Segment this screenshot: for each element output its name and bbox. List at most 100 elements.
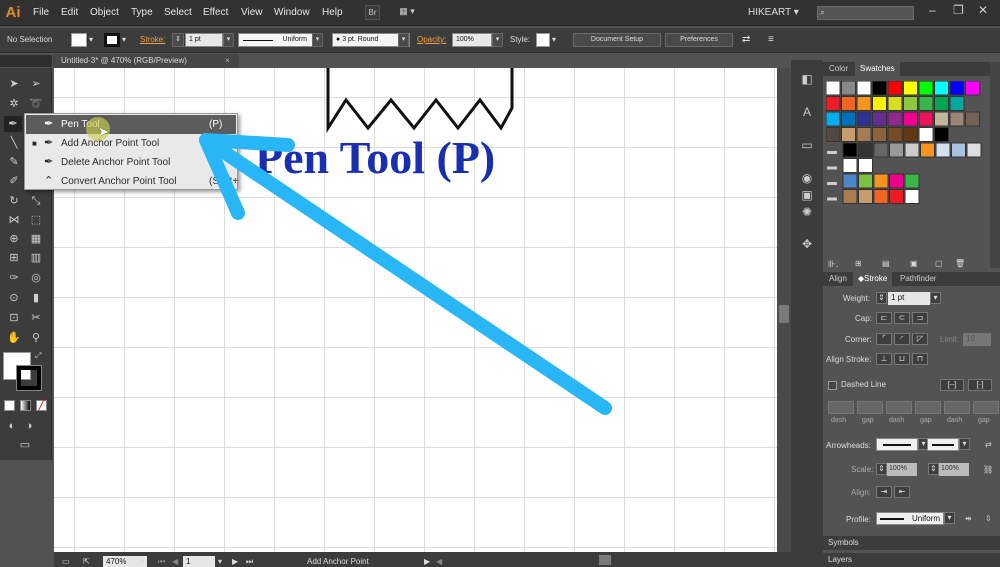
swatch-chip[interactable]	[872, 96, 887, 111]
shape-builder-icon[interactable]: ⊕	[5, 231, 23, 247]
swatch-options-icon[interactable]: ▤	[882, 258, 890, 270]
tab-pathfinder[interactable]: Pathfinder	[895, 272, 941, 286]
none-mode-icon[interactable]: ╱	[36, 400, 47, 411]
chevron-down-icon[interactable]: ▾	[140, 556, 144, 567]
graphic-styles-icon[interactable]: ▣	[798, 186, 816, 204]
swatch-chip[interactable]	[904, 189, 920, 204]
swatch-chip[interactable]	[903, 127, 918, 142]
align-outside-icon[interactable]: ⊓	[912, 353, 928, 365]
swatch-grid[interactable]: ▬ ▬ ▬ ▬	[826, 81, 986, 221]
workspace-switcher[interactable]: HIKEART ▾	[748, 0, 799, 26]
stroke-label[interactable]: Stroke:	[140, 34, 165, 46]
swatch-chip[interactable]	[904, 173, 920, 189]
chevron-down-icon[interactable]: ▾	[218, 556, 222, 567]
swatch-chip[interactable]	[887, 96, 903, 111]
bevel-join-icon[interactable]: ◸	[912, 333, 928, 345]
dash-field[interactable]	[828, 401, 854, 414]
graph-tool-icon[interactable]: ▮	[27, 290, 45, 306]
chevron-down-icon[interactable]: ▾	[312, 33, 323, 47]
symbols-icon[interactable]: ✥	[798, 235, 816, 253]
rotate-tool-icon[interactable]: ↻	[5, 193, 23, 209]
gradient-tool-icon[interactable]: ▥	[27, 250, 45, 266]
end-scale-field[interactable]: 100%	[939, 463, 969, 476]
flyout-item-convert-anchor[interactable]: ⌃ Convert Anchor Point Tool (Shift+	[26, 172, 238, 191]
weight-stepper[interactable]: ⇕	[876, 292, 887, 304]
swatch-chip[interactable]	[889, 142, 904, 158]
scroll-left-icon[interactable]: ◀	[436, 556, 442, 567]
swap-colors-icon[interactable]: ⤢	[35, 351, 41, 361]
scale-stepper[interactable]: ⇕	[928, 463, 939, 475]
swatch-chip[interactable]	[887, 111, 903, 127]
flip-across-icon[interactable]: ⇳	[985, 513, 992, 525]
chevron-down-icon[interactable]: ▾	[552, 34, 556, 46]
lasso-tool-icon[interactable]: ➰	[27, 96, 45, 112]
character-icon[interactable]: A	[798, 103, 816, 121]
swatch-chip[interactable]	[841, 81, 856, 96]
flip-along-icon[interactable]: ⇹	[965, 513, 972, 525]
swatch-chip[interactable]	[826, 96, 841, 111]
menu-window[interactable]: Window	[274, 0, 310, 26]
align-inside-icon[interactable]: ⊔	[894, 353, 910, 365]
gap-field[interactable]	[857, 401, 883, 414]
dash-align-icon[interactable]: [·]	[968, 379, 992, 391]
free-transform-icon[interactable]: ⬚	[27, 212, 45, 228]
swatch-chip[interactable]	[872, 81, 887, 96]
chevron-down-icon[interactable]: ▾	[89, 34, 93, 46]
scale-tool-icon[interactable]: ⤡	[27, 193, 45, 209]
menu-view[interactable]: View	[241, 0, 263, 26]
minimize-icon[interactable]: –	[929, 3, 936, 17]
status-icon[interactable]: ⇱	[83, 556, 90, 567]
line-tool-icon[interactable]: ╲	[5, 135, 23, 151]
arrow-tip-end-icon[interactable]: ⇤	[894, 486, 910, 498]
delete-swatch-icon[interactable]: 🗑	[955, 258, 965, 270]
menu-file[interactable]: File	[33, 0, 49, 26]
panel-menu-icon[interactable]: ≡	[768, 34, 774, 46]
next-artboard-icon[interactable]: ▶	[232, 556, 238, 567]
swatch-chip[interactable]	[918, 111, 934, 127]
document-setup-button[interactable]: Document Setup	[573, 33, 661, 47]
swatch-chip[interactable]	[856, 111, 872, 127]
swatches-scrollbar[interactable]	[990, 62, 1000, 268]
menu-effect[interactable]: Effect	[203, 0, 228, 26]
previous-artboard-icon[interactable]: ◀	[172, 556, 178, 567]
round-cap-icon[interactable]: ⊂	[894, 312, 910, 324]
swatch-chip[interactable]	[887, 127, 903, 142]
swatch-chip[interactable]	[826, 111, 841, 127]
menu-select[interactable]: Select	[164, 0, 192, 26]
new-swatch-icon[interactable]: ▢	[935, 258, 943, 270]
swatch-chip[interactable]	[842, 189, 858, 204]
flyout-item-delete-anchor[interactable]: ✒ Delete Anchor Point Tool	[26, 153, 236, 172]
swap-arrowheads-icon[interactable]: ⇄	[985, 439, 992, 451]
direct-selection-tool-icon[interactable]: ➢	[27, 76, 45, 92]
gradient-icon[interactable]: ▭	[798, 136, 816, 154]
first-artboard-icon[interactable]: ⏮	[158, 556, 165, 567]
search-input[interactable]	[817, 6, 914, 20]
gap-field[interactable]	[973, 401, 999, 414]
swatch-chip[interactable]	[858, 158, 873, 173]
chevron-down-icon[interactable]: ▾	[122, 34, 126, 46]
round-join-icon[interactable]: ◜	[894, 333, 910, 345]
status-menu-icon[interactable]: ▶	[424, 556, 430, 567]
swatch-chip[interactable]	[934, 81, 949, 96]
stroke-weight-field[interactable]: 1 pt	[185, 33, 223, 47]
swatch-chip[interactable]	[858, 189, 873, 204]
fill-swatch[interactable]	[71, 33, 87, 47]
color-mode-icon[interactable]	[4, 400, 15, 411]
swatch-chip[interactable]	[856, 81, 872, 96]
swatch-chip[interactable]	[966, 142, 982, 158]
blob-brush-icon[interactable]: ✐	[5, 173, 23, 189]
chevron-down-icon[interactable]: ▾	[223, 33, 234, 47]
mesh-tool-icon[interactable]: ⊞	[5, 250, 23, 266]
chevron-down-icon[interactable]: ▾	[944, 512, 955, 524]
tab-color[interactable]: Color	[824, 62, 853, 76]
close-icon[interactable]: ✕	[978, 3, 988, 17]
scale-stepper[interactable]: ⇕	[876, 463, 887, 475]
swatch-chip[interactable]	[949, 96, 965, 111]
show-kinds-icon[interactable]: ⊞	[855, 258, 862, 270]
paintbrush-icon[interactable]: ✎	[5, 154, 23, 170]
pen-tool-icon[interactable]: ✒	[4, 116, 22, 132]
swatch-chip[interactable]	[918, 81, 934, 96]
horizontal-scroll-thumb[interactable]	[599, 555, 611, 565]
perspective-grid-icon[interactable]: ▦	[27, 231, 45, 247]
symbols-panel-tab[interactable]: Symbols	[823, 536, 1000, 550]
